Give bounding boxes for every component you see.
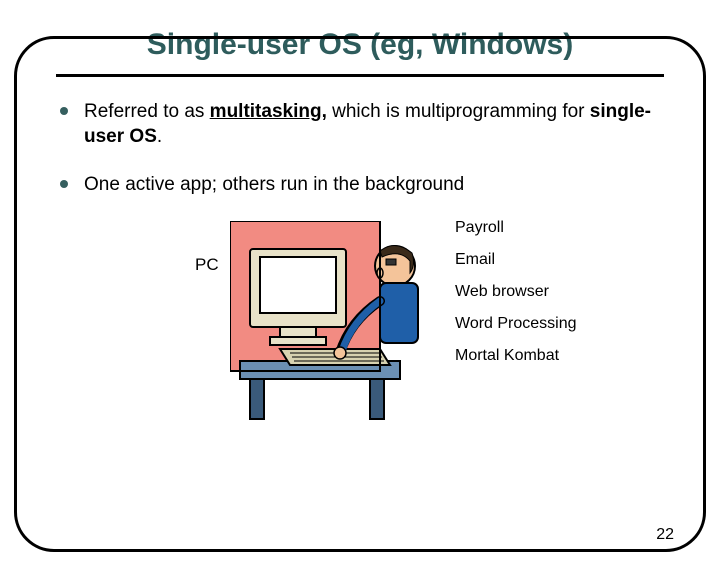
task-item: Mortal Kombat <box>455 347 577 365</box>
pc-label: PC <box>195 255 219 275</box>
task-item: Web browser <box>455 283 577 301</box>
figure-area: PC Payroll Email Web browser Word Proc <box>0 219 720 439</box>
task-item: Payroll <box>455 219 577 237</box>
task-item: Email <box>455 251 577 269</box>
task-item: Word Processing <box>455 315 577 333</box>
page-number: 22 <box>656 526 674 544</box>
task-list: Payroll Email Web browser Word Processin… <box>455 219 577 379</box>
computer-user-clipart <box>230 221 440 421</box>
